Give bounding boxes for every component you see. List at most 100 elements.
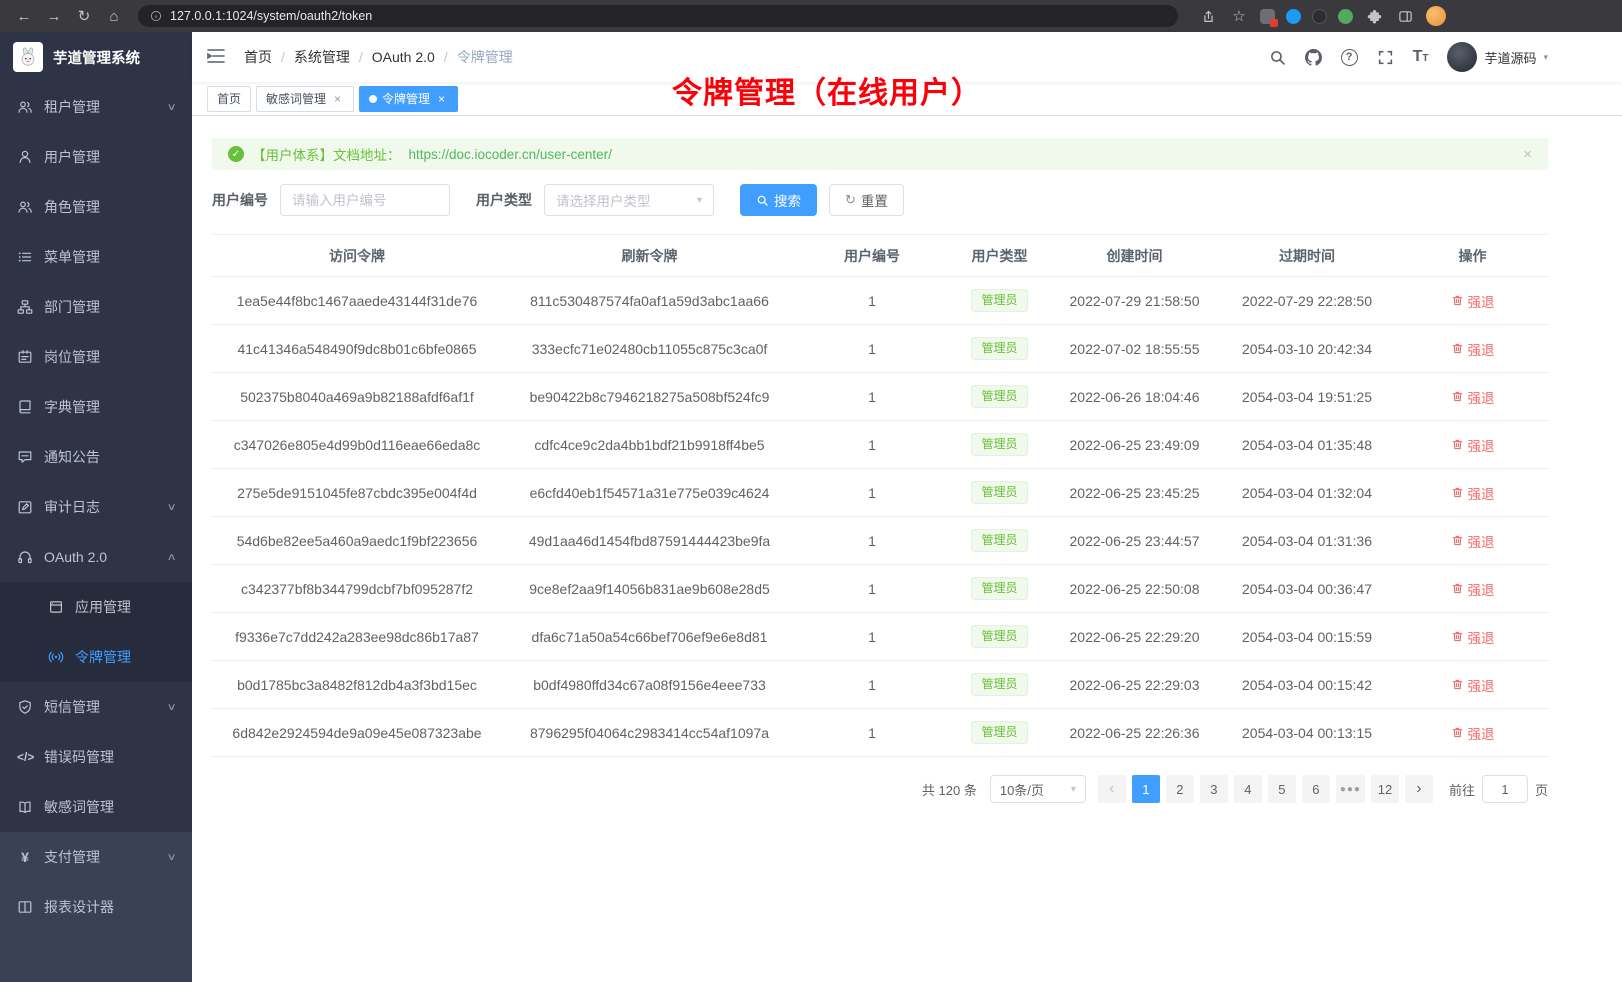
post-badge-icon <box>17 349 33 365</box>
page-button-6[interactable]: 6 <box>1302 775 1330 803</box>
font-size-icon[interactable]: TT <box>1413 49 1429 65</box>
page-button-5[interactable]: 5 <box>1268 775 1296 803</box>
close-icon[interactable]: × <box>435 92 448 105</box>
extension-icon-1[interactable] <box>1260 9 1275 24</box>
sidebar-item-dict[interactable]: 字典管理 <box>0 382 192 432</box>
total-count: 共 120 条 <box>922 780 977 799</box>
token-table: 访问令牌 刷新令牌 用户编号 用户类型 创建时间 过期时间 操作 1ea5e44… <box>212 234 1548 757</box>
sidebar-item-report-designer[interactable]: 报表设计器 <box>0 882 192 932</box>
fullscreen-icon[interactable] <box>1377 49 1394 66</box>
breadcrumb-home[interactable]: 首页 <box>244 47 272 67</box>
reset-button[interactable]: ↻ 重置 <box>829 184 904 216</box>
chevron-up-icon: ∧ <box>166 552 176 563</box>
tab-sensitive-word[interactable]: 敏感词管理 × <box>256 86 354 112</box>
sidebar-toggle-icon[interactable] <box>206 46 228 68</box>
browser-toolbar-right: ☆ <box>1190 5 1446 27</box>
extension-icon-3[interactable] <box>1312 9 1327 24</box>
user-type-badge: 管理员 <box>971 529 1027 551</box>
page-size-select[interactable]: 10条/页 ▾ <box>990 775 1086 803</box>
close-icon[interactable]: × <box>331 92 344 105</box>
sidebar-item-sensitive-word[interactable]: 敏感词管理 <box>0 782 192 832</box>
app-logo[interactable]: 芋道管理系统 <box>0 32 192 82</box>
sidebar-item-tenant[interactable]: 租户管理 ∨ <box>0 82 192 132</box>
force-logout-button[interactable]: 强退 <box>1451 387 1495 407</box>
tab-token-active[interactable]: 令牌管理 × <box>359 86 458 112</box>
sidebar-item-user[interactable]: 用户管理 <box>0 132 192 182</box>
goto-page-input[interactable] <box>1482 775 1528 803</box>
browser-refresh-icon[interactable]: ↻ <box>72 5 96 27</box>
doc-link[interactable]: https://doc.iocoder.cn/user-center/ <box>409 147 612 162</box>
sidebar-item-post[interactable]: 岗位管理 <box>0 332 192 382</box>
page-button-2[interactable]: 2 <box>1166 775 1194 803</box>
sidebar-item-pay[interactable]: ¥ 支付管理 ∨ <box>0 832 192 882</box>
extensions-puzzle-icon[interactable] <box>1364 5 1384 27</box>
force-logout-button[interactable]: 强退 <box>1451 483 1495 503</box>
sidebar-item-sms[interactable]: 短信管理 ∨ <box>0 682 192 732</box>
user-menu[interactable]: 芋道源码 ▾ <box>1447 42 1548 72</box>
alert-close-icon[interactable]: × <box>1523 146 1532 163</box>
breadcrumb-oauth[interactable]: OAuth 2.0 <box>372 49 435 65</box>
more-pages-icon[interactable]: ●●● <box>1336 775 1365 803</box>
col-actions: 操作 <box>1397 235 1548 277</box>
page-button-4[interactable]: 4 <box>1234 775 1262 803</box>
col-access-token: 访问令牌 <box>212 235 502 277</box>
share-icon[interactable] <box>1198 5 1218 27</box>
user-id-input[interactable] <box>280 184 450 216</box>
sidebar-item-oauth[interactable]: OAuth 2.0 ∧ <box>0 532 192 582</box>
site-info-icon[interactable] <box>150 10 162 22</box>
dept-tree-icon <box>17 299 33 315</box>
chevron-down-icon: ▾ <box>1543 52 1548 63</box>
chevron-down-icon: ▾ <box>697 195 702 206</box>
next-page-button[interactable]: › <box>1405 775 1433 803</box>
sidebar-item-dept[interactable]: 部门管理 <box>0 282 192 332</box>
sidebar-item-oauth-app[interactable]: 应用管理 <box>0 582 192 632</box>
tab-home[interactable]: 首页 <box>207 86 251 112</box>
force-logout-button[interactable]: 强退 <box>1451 675 1495 695</box>
sidebar-item-menu[interactable]: 菜单管理 <box>0 232 192 282</box>
force-logout-button[interactable]: 强退 <box>1451 435 1495 455</box>
table-row: 1ea5e44f8bc1467aaede43144f31de76 811c530… <box>212 277 1548 325</box>
browser-back-icon[interactable]: ← <box>12 5 36 27</box>
sidebar-item-oauth-token[interactable]: 令牌管理 <box>0 632 192 682</box>
help-icon[interactable]: ? <box>1341 49 1358 66</box>
col-user-type: 用户类型 <box>947 235 1052 277</box>
user-type-select[interactable]: 请选择用户类型 ▾ <box>544 184 714 216</box>
force-logout-button[interactable]: 强退 <box>1451 291 1495 311</box>
force-logout-button[interactable]: 强退 <box>1451 627 1495 647</box>
browser-forward-icon[interactable]: → <box>42 5 66 27</box>
pay-yen-icon: ¥ <box>17 849 33 865</box>
search-button[interactable]: 搜索 <box>740 184 817 216</box>
page-button-1[interactable]: 1 <box>1132 775 1160 803</box>
delete-icon <box>1451 342 1464 355</box>
tenant-icon <box>17 99 33 115</box>
prev-page-button[interactable]: ‹ <box>1098 775 1126 803</box>
errorcode-code-icon: </> <box>17 750 33 764</box>
sidebar-item-role[interactable]: 角色管理 <box>0 182 192 232</box>
page-button-last[interactable]: 12 <box>1371 775 1399 803</box>
force-logout-button[interactable]: 强退 <box>1451 723 1495 743</box>
sidebar-item-notice[interactable]: 通知公告 <box>0 432 192 482</box>
table-row: 6d842e2924594de9a09e45e087323abe 8796295… <box>212 709 1548 757</box>
breadcrumb-system[interactable]: 系统管理 <box>294 47 350 67</box>
search-icon[interactable] <box>1269 49 1286 66</box>
browser-profile-avatar[interactable] <box>1426 6 1446 26</box>
force-logout-button[interactable]: 强退 <box>1451 531 1495 551</box>
browser-home-icon[interactable]: ⌂ <box>102 5 126 27</box>
role-icon <box>17 199 33 215</box>
page-button-3[interactable]: 3 <box>1200 775 1228 803</box>
table-row: b0d1785bc3a8482f812db4a3f3bd15ec b0df498… <box>212 661 1548 709</box>
split-view-icon[interactable] <box>1395 5 1415 27</box>
github-icon[interactable] <box>1305 49 1322 66</box>
force-logout-button[interactable]: 强退 <box>1451 339 1495 359</box>
extension-icon-2[interactable] <box>1286 9 1301 24</box>
bookmark-star-icon[interactable]: ☆ <box>1229 5 1249 27</box>
main-area: 首页 / 系统管理 / OAuth 2.0 / 令牌管理 ? TT <box>192 32 1622 982</box>
browser-address-bar[interactable]: 127.0.0.1:1024/system/oauth2/token <box>138 5 1178 27</box>
topbar: 首页 / 系统管理 / OAuth 2.0 / 令牌管理 ? TT <box>192 32 1622 82</box>
delete-icon <box>1451 582 1464 595</box>
active-dot <box>369 95 377 103</box>
extension-icon-4[interactable] <box>1338 9 1353 24</box>
sidebar-item-audit-log[interactable]: 审计日志 ∨ <box>0 482 192 532</box>
sidebar-item-errorcode[interactable]: </> 错误码管理 <box>0 732 192 782</box>
force-logout-button[interactable]: 强退 <box>1451 579 1495 599</box>
